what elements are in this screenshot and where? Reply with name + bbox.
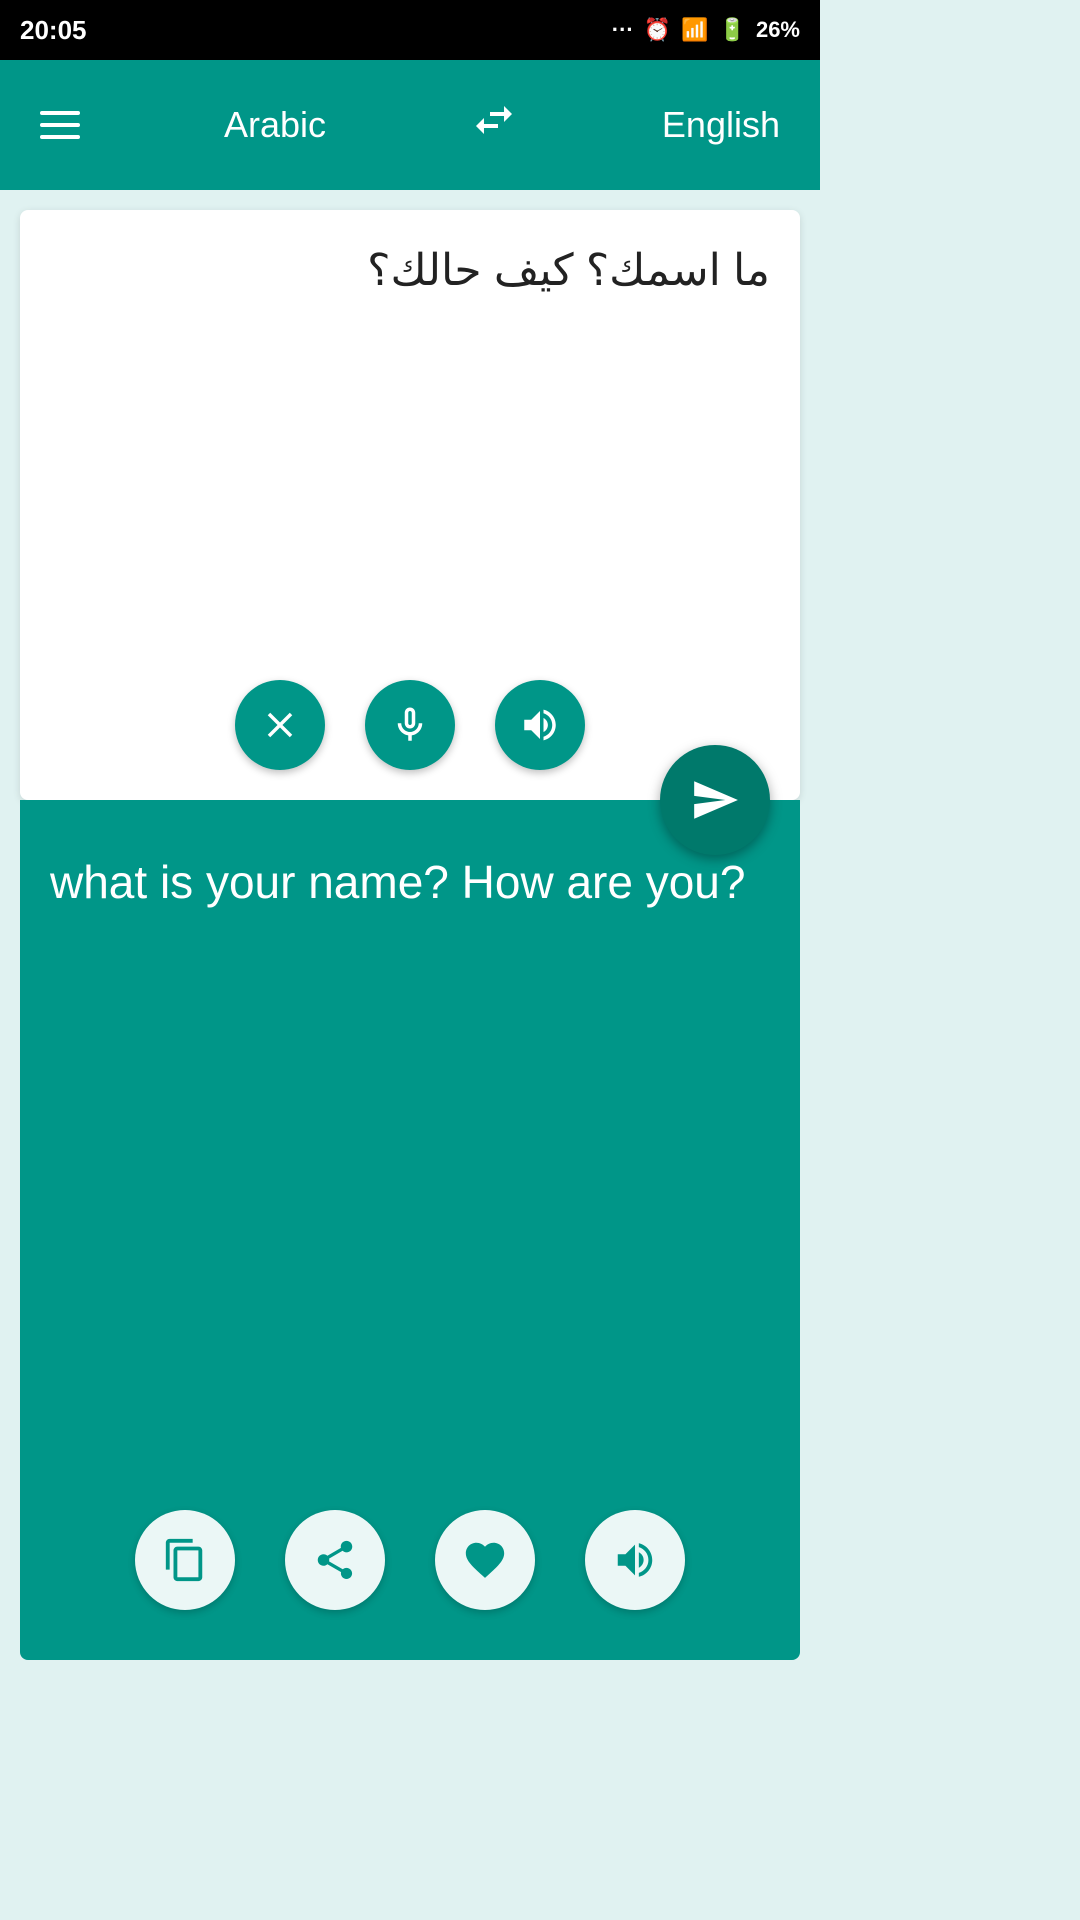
microphone-button[interactable] xyxy=(365,680,455,770)
status-icons: ··· ⏰ 📶 🔋 26% xyxy=(612,17,800,43)
source-panel: ما اسمك؟ كيف حالك؟ xyxy=(20,210,800,800)
panels-wrapper: ما اسمك؟ كيف حالك؟ xyxy=(0,190,820,1660)
share-button[interactable] xyxy=(285,1510,385,1610)
speak-source-button[interactable] xyxy=(495,680,585,770)
alarm-icon: ⏰ xyxy=(644,17,671,43)
target-language-label[interactable]: English xyxy=(662,104,780,146)
toolbar: Arabic English xyxy=(0,60,820,190)
favorite-button[interactable] xyxy=(435,1510,535,1610)
swap-languages-button[interactable] xyxy=(470,96,518,155)
translation-text: what is your name? How are you? xyxy=(50,850,770,914)
translate-fab-button[interactable] xyxy=(660,745,770,855)
speak-translation-button[interactable] xyxy=(585,1510,685,1610)
menu-button[interactable] xyxy=(40,111,80,139)
clear-button[interactable] xyxy=(235,680,325,770)
translation-panel: what is your name? How are you? xyxy=(20,800,800,1660)
status-bar: 20:05 ··· ⏰ 📶 🔋 26% xyxy=(0,0,820,60)
source-actions xyxy=(50,680,770,780)
sim-icon: 📶 xyxy=(681,17,708,43)
dots-icon: ··· xyxy=(612,17,634,43)
copy-button[interactable] xyxy=(135,1510,235,1610)
battery-percent: 26% xyxy=(756,17,800,43)
translation-actions xyxy=(50,1510,770,1630)
source-text: ما اسمك؟ كيف حالك؟ xyxy=(50,240,770,302)
battery-icon: 🔋 xyxy=(719,17,746,43)
source-language-label[interactable]: Arabic xyxy=(224,104,326,146)
status-time: 20:05 xyxy=(20,15,87,46)
